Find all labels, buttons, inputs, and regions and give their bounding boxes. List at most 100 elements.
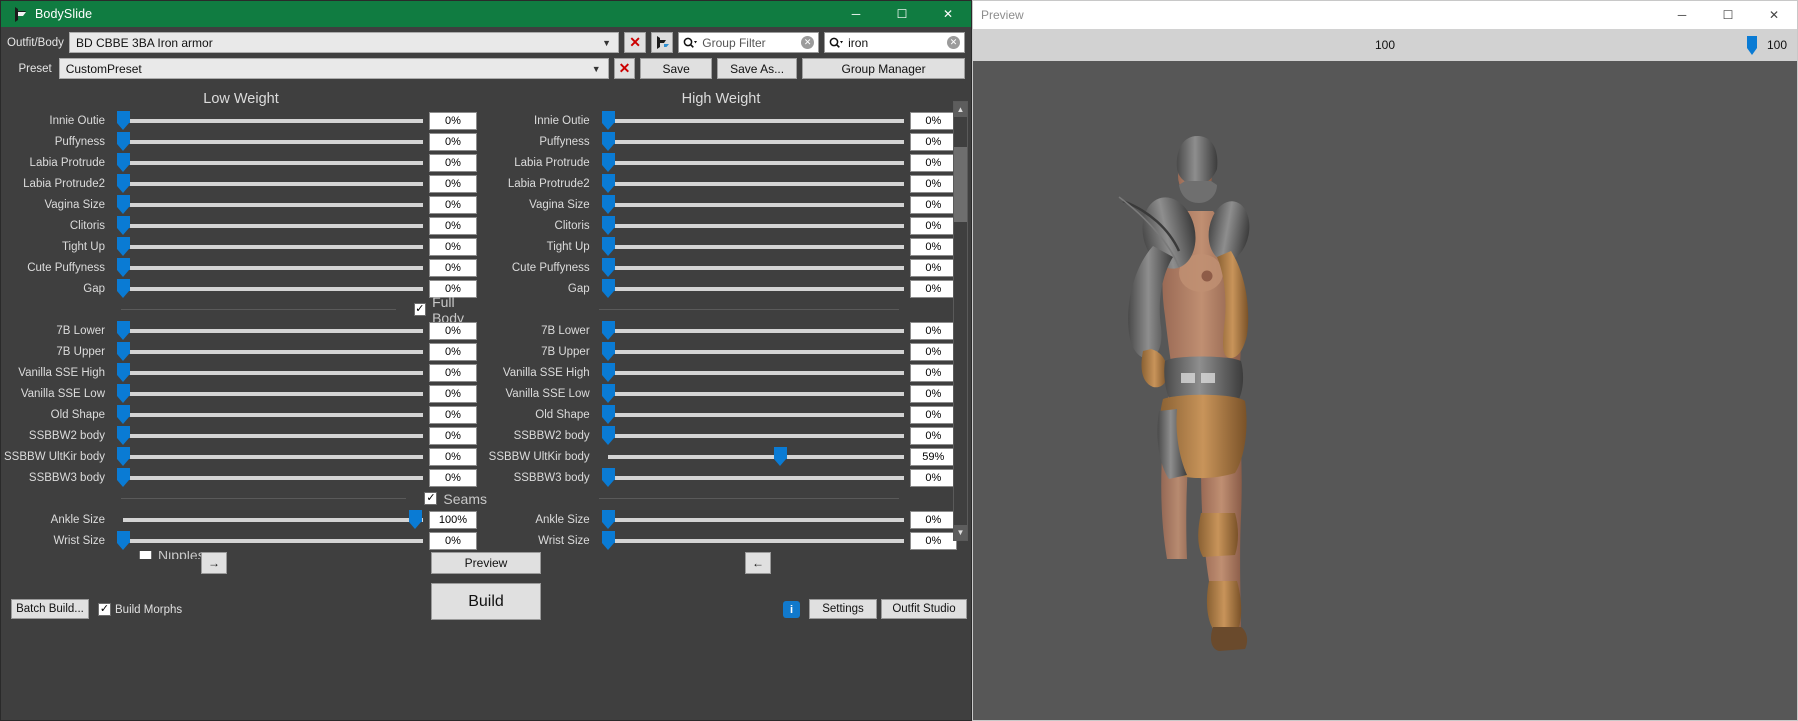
- slider-track[interactable]: [113, 383, 425, 404]
- slider-value[interactable]: 0%: [429, 195, 477, 214]
- slider-track[interactable]: [598, 278, 906, 299]
- slider-track[interactable]: [113, 425, 425, 446]
- outfit-filter-search[interactable]: iron ✕: [824, 32, 965, 53]
- settings-button[interactable]: Settings: [809, 599, 877, 619]
- group-toggle[interactable]: ✓ Seams: [424, 491, 487, 507]
- slider-track[interactable]: [113, 236, 425, 257]
- slider-thumb[interactable]: [117, 195, 130, 214]
- slider-value[interactable]: 0%: [909, 531, 958, 550]
- preview-3d-canvas[interactable]: [973, 61, 1797, 720]
- slider-value[interactable]: 0%: [909, 195, 958, 214]
- slider-thumb[interactable]: [601, 132, 615, 151]
- slider-value[interactable]: 0%: [909, 216, 958, 235]
- slider-thumb[interactable]: [601, 195, 615, 214]
- slider-track[interactable]: [113, 509, 425, 530]
- slider-track[interactable]: [598, 425, 906, 446]
- slider-value[interactable]: 0%: [429, 132, 477, 151]
- slider-track[interactable]: [113, 467, 425, 488]
- slider-track[interactable]: [113, 341, 425, 362]
- slider-thumb[interactable]: [117, 342, 130, 361]
- slider-value[interactable]: 0%: [909, 405, 958, 424]
- slider-track[interactable]: [113, 362, 425, 383]
- scroll-up-icon[interactable]: ▲: [954, 102, 967, 117]
- copy-to-high-button[interactable]: →: [201, 552, 227, 574]
- slider-thumb[interactable]: [117, 447, 130, 466]
- save-as-button[interactable]: Save As...: [717, 58, 798, 79]
- slider-value[interactable]: 0%: [909, 510, 958, 529]
- slider-thumb[interactable]: [601, 153, 615, 172]
- preview-close-icon[interactable]: ✕: [1751, 1, 1797, 29]
- slider-track[interactable]: [113, 278, 425, 299]
- slider-track[interactable]: [113, 404, 425, 425]
- slider-thumb[interactable]: [409, 510, 422, 529]
- slider-thumb[interactable]: [117, 237, 130, 256]
- slider-value[interactable]: 0%: [909, 132, 958, 151]
- preview-button[interactable]: Preview: [431, 552, 541, 574]
- minimize-icon[interactable]: ─: [833, 1, 879, 27]
- slider-track[interactable]: [598, 341, 906, 362]
- slider-value[interactable]: 0%: [909, 384, 958, 403]
- slider-thumb[interactable]: [117, 258, 130, 277]
- slider-thumb[interactable]: [601, 237, 615, 256]
- slider-value[interactable]: 0%: [909, 153, 958, 172]
- slider-value[interactable]: 0%: [909, 279, 958, 298]
- slider-thumb[interactable]: [601, 510, 615, 529]
- slider-thumb[interactable]: [601, 342, 615, 361]
- copy-to-low-button[interactable]: ←: [745, 552, 771, 574]
- close-icon[interactable]: ✕: [925, 1, 971, 27]
- slider-value[interactable]: 0%: [429, 216, 477, 235]
- slider-track[interactable]: [598, 383, 906, 404]
- slider-track[interactable]: [598, 320, 906, 341]
- slider-track[interactable]: [598, 257, 906, 278]
- slider-track[interactable]: [598, 467, 906, 488]
- slider-track[interactable]: [113, 152, 425, 173]
- slider-value[interactable]: 0%: [429, 153, 477, 172]
- slider-track[interactable]: [598, 110, 906, 131]
- slider-thumb[interactable]: [601, 468, 615, 487]
- preview-weight-bar[interactable]: 100 100: [973, 29, 1797, 61]
- slider-thumb[interactable]: [117, 321, 130, 340]
- slider-thumb[interactable]: [117, 153, 130, 172]
- slider-track[interactable]: [598, 530, 906, 551]
- slider-track[interactable]: [113, 257, 425, 278]
- slider-value[interactable]: 0%: [429, 531, 477, 550]
- slider-thumb[interactable]: [117, 111, 130, 130]
- slider-value[interactable]: 0%: [429, 405, 477, 424]
- slider-thumb[interactable]: [601, 405, 615, 424]
- slider-value[interactable]: 0%: [909, 258, 958, 277]
- slider-value[interactable]: 0%: [909, 342, 958, 361]
- slider-thumb[interactable]: [601, 363, 615, 382]
- slider-value[interactable]: 0%: [909, 321, 958, 340]
- preview-minimize-icon[interactable]: ─: [1659, 1, 1705, 29]
- slider-value[interactable]: 0%: [429, 342, 477, 361]
- slider-scrollbar[interactable]: ▲ ▼: [953, 101, 968, 541]
- groups-icon[interactable]: [651, 32, 674, 53]
- slider-thumb[interactable]: [117, 384, 130, 403]
- clear-preset-button[interactable]: ✕: [613, 58, 636, 79]
- slider-track[interactable]: [113, 194, 425, 215]
- slider-track[interactable]: [113, 173, 425, 194]
- slider-value[interactable]: 0%: [909, 237, 958, 256]
- outfit-studio-button[interactable]: Outfit Studio: [881, 599, 967, 619]
- slider-track[interactable]: [598, 215, 906, 236]
- slider-track[interactable]: [598, 362, 906, 383]
- slider-track[interactable]: [598, 446, 906, 467]
- slider-track[interactable]: [598, 173, 906, 194]
- group-filter-search[interactable]: Group Filter ✕: [678, 32, 820, 53]
- build-button[interactable]: Build: [431, 583, 541, 620]
- slider-thumb[interactable]: [117, 174, 130, 193]
- slider-thumb[interactable]: [601, 258, 615, 277]
- slider-track[interactable]: [113, 110, 425, 131]
- slider-track[interactable]: [113, 446, 425, 467]
- slider-track[interactable]: [598, 404, 906, 425]
- preset-combo[interactable]: CustomPreset ▼: [58, 58, 609, 79]
- slider-thumb[interactable]: [117, 426, 130, 445]
- slider-thumb[interactable]: [117, 405, 130, 424]
- slider-value[interactable]: 0%: [429, 321, 477, 340]
- info-icon[interactable]: i: [783, 601, 800, 618]
- slider-value[interactable]: 100%: [429, 510, 477, 529]
- slider-thumb[interactable]: [601, 531, 615, 550]
- batch-build-button[interactable]: Batch Build...: [11, 599, 89, 619]
- slider-track[interactable]: [598, 194, 906, 215]
- slider-thumb[interactable]: [117, 132, 130, 151]
